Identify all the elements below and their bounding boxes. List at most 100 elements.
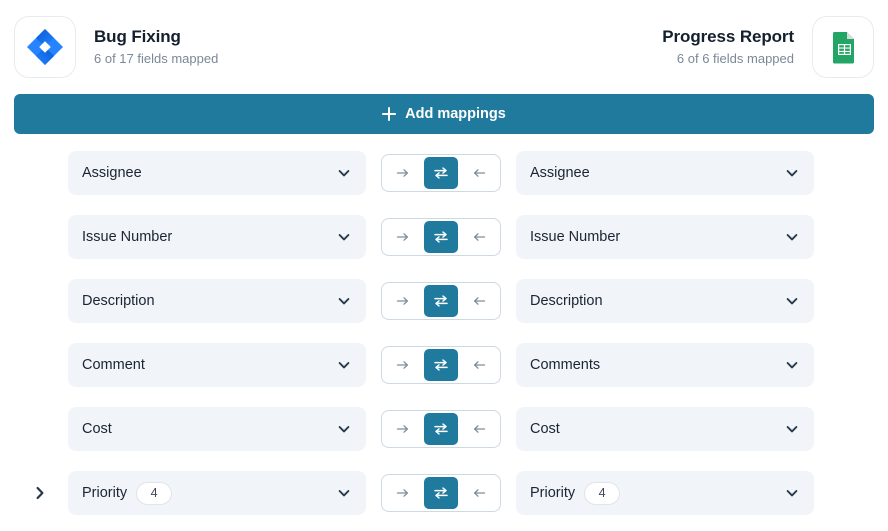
left-field-label: Issue Number xyxy=(82,229,173,245)
sync-direction-control[interactable] xyxy=(381,154,501,192)
plus-icon xyxy=(382,107,397,121)
to-left-arrow-icon xyxy=(471,421,487,437)
left-field-dropdown[interactable]: Issue Number xyxy=(68,215,366,259)
sync-direction-left-button[interactable] xyxy=(461,349,497,381)
right-field-label: Cost xyxy=(530,421,560,437)
mapping-row: Comment Comments xyxy=(0,343,888,387)
target-app-subtitle: 6 of 6 fields mapped xyxy=(676,50,794,66)
sync-direction-two-way-button[interactable] xyxy=(424,157,458,189)
left-field-dropdown[interactable]: Description xyxy=(68,279,366,323)
right-field-label: Priority xyxy=(530,485,576,501)
to-right-arrow-icon xyxy=(395,485,411,501)
right-field-dropdown[interactable]: Cost xyxy=(516,407,814,451)
right-field-label: Assignee xyxy=(530,165,590,181)
add-mappings-button[interactable]: Add mappings xyxy=(14,94,874,134)
right-field-chevron xyxy=(784,485,800,501)
left-field-chevron xyxy=(336,165,352,181)
chevron-down-icon xyxy=(786,362,798,369)
add-mappings-label: Add mappings xyxy=(405,106,506,122)
sync-direction-right-button[interactable] xyxy=(385,221,421,253)
mapping-row: Description Description xyxy=(0,279,888,323)
right-field-label: Issue Number xyxy=(530,229,621,245)
mapping-row: Cost Cost xyxy=(0,407,888,451)
left-field-dropdown[interactable]: Comment xyxy=(68,343,366,387)
left-field-chevron xyxy=(336,293,352,309)
left-field-dropdown[interactable]: Assignee xyxy=(68,151,366,195)
chevron-down-icon xyxy=(338,426,350,433)
two-way-sync-icon xyxy=(433,229,449,245)
sync-direction-control[interactable] xyxy=(381,410,501,448)
chevron-down-icon xyxy=(338,490,350,497)
mapping-row: Priority 4 Priority 4 xyxy=(0,471,888,515)
sync-direction-control[interactable] xyxy=(381,346,501,384)
right-field-chevron xyxy=(784,357,800,373)
sync-direction-control[interactable] xyxy=(381,218,501,256)
sync-direction-right-button[interactable] xyxy=(385,157,421,189)
chevron-down-icon xyxy=(786,426,798,433)
left-field-chevron xyxy=(336,229,352,245)
to-right-arrow-icon xyxy=(395,293,411,309)
expand-row-button[interactable] xyxy=(28,481,52,505)
two-way-sync-icon xyxy=(433,293,449,309)
to-left-arrow-icon xyxy=(471,293,487,309)
chevron-down-icon xyxy=(338,170,350,177)
left-field-chevron xyxy=(336,357,352,373)
right-field-chevron xyxy=(784,421,800,437)
right-field-chevron xyxy=(784,293,800,309)
to-right-arrow-icon xyxy=(395,229,411,245)
left-field-label: Assignee xyxy=(82,165,142,181)
sync-direction-right-button[interactable] xyxy=(385,349,421,381)
mapping-row: Assignee Assignee xyxy=(0,151,888,195)
sync-direction-left-button[interactable] xyxy=(461,157,497,189)
to-left-arrow-icon xyxy=(471,357,487,373)
two-way-sync-icon xyxy=(433,485,449,501)
left-field-label: Comment xyxy=(82,357,145,373)
jira-logo-icon xyxy=(14,16,76,78)
sync-direction-two-way-button[interactable] xyxy=(424,477,458,509)
left-field-dropdown[interactable]: Cost xyxy=(68,407,366,451)
to-left-arrow-icon xyxy=(471,485,487,501)
sync-direction-right-button[interactable] xyxy=(385,477,421,509)
right-field-dropdown[interactable]: Description xyxy=(516,279,814,323)
left-field-label: Cost xyxy=(82,421,112,437)
google-sheets-logo-icon xyxy=(812,16,874,78)
target-app-block: Progress Report 6 of 6 fields mapped xyxy=(644,16,874,78)
sync-direction-right-button[interactable] xyxy=(385,413,421,445)
source-app-title: Bug Fixing xyxy=(94,26,181,46)
source-app-subtitle: 6 of 17 fields mapped xyxy=(94,50,219,66)
target-app-text: Progress Report 6 of 6 fields mapped xyxy=(662,26,794,69)
to-right-arrow-icon xyxy=(395,421,411,437)
to-right-arrow-icon xyxy=(395,165,411,181)
target-app-title: Progress Report xyxy=(662,26,794,46)
right-field-label: Description xyxy=(530,293,603,309)
right-field-dropdown[interactable]: Issue Number xyxy=(516,215,814,259)
sync-direction-two-way-button[interactable] xyxy=(424,221,458,253)
sync-direction-two-way-button[interactable] xyxy=(424,413,458,445)
chevron-down-icon xyxy=(338,362,350,369)
sync-direction-two-way-button[interactable] xyxy=(424,349,458,381)
chevron-down-icon xyxy=(338,298,350,305)
sync-direction-left-button[interactable] xyxy=(461,477,497,509)
sync-direction-control[interactable] xyxy=(381,282,501,320)
left-field-chevron xyxy=(336,421,352,437)
two-way-sync-icon xyxy=(433,165,449,181)
to-left-arrow-icon xyxy=(471,229,487,245)
sync-direction-left-button[interactable] xyxy=(461,285,497,317)
right-field-dropdown[interactable]: Priority 4 xyxy=(516,471,814,515)
chevron-down-icon xyxy=(786,234,798,241)
sync-direction-left-button[interactable] xyxy=(461,413,497,445)
right-field-dropdown[interactable]: Assignee xyxy=(516,151,814,195)
right-field-chevron xyxy=(784,165,800,181)
chevron-right-icon xyxy=(36,486,44,500)
left-field-dropdown[interactable]: Priority 4 xyxy=(68,471,366,515)
source-app-block: Bug Fixing 6 of 17 fields mapped xyxy=(14,16,218,78)
sync-direction-control[interactable] xyxy=(381,474,501,512)
right-field-dropdown[interactable]: Comments xyxy=(516,343,814,387)
sync-direction-right-button[interactable] xyxy=(385,285,421,317)
left-field-label: Priority xyxy=(82,485,128,501)
sync-direction-two-way-button[interactable] xyxy=(424,285,458,317)
mapping-row: Issue Number Issue Number xyxy=(0,215,888,259)
sync-direction-left-button[interactable] xyxy=(461,221,497,253)
chevron-down-icon xyxy=(786,490,798,497)
two-way-sync-icon xyxy=(433,421,449,437)
